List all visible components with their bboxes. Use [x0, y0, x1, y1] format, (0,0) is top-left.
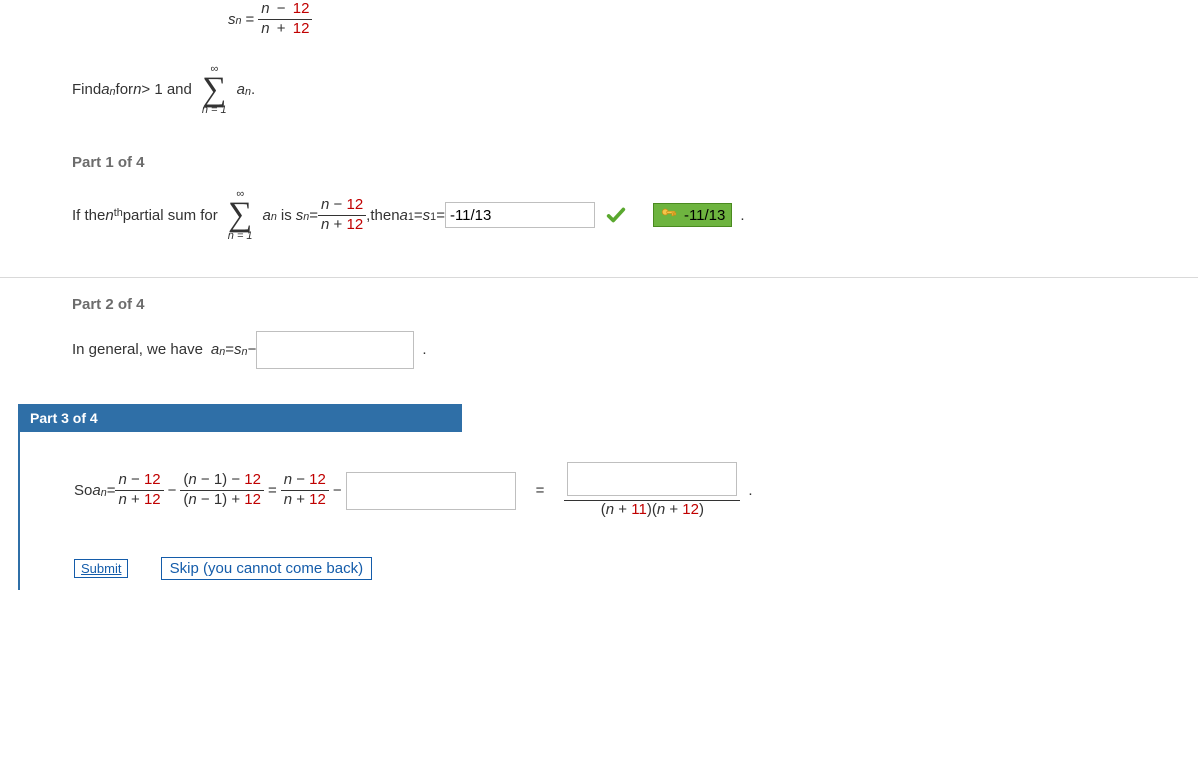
problem-header: sn = n − 12 n + 12 Find an for n > 1 and — [0, 0, 1198, 136]
part1-heading: Part 1 of 4 — [0, 136, 1198, 189]
skip-button[interactable]: Skip (you cannot come back) — [161, 557, 372, 580]
part3-frac3: n − 12 n + 12 — [281, 471, 329, 510]
submit-button[interactable]: Submit — [74, 559, 128, 578]
part3-frac1: n − 12 n + 12 — [115, 471, 163, 510]
find-instruction: Find an for n > 1 and ∞ ∑ n = 1 an . — [72, 64, 255, 117]
part3-body: So an = n − 12 n + 12 − (n − 1) − 12 (n … — [18, 432, 1198, 591]
sn-definition: sn = n − 12 n + 12 — [72, 0, 1126, 64]
equals: = — [246, 11, 255, 28]
part3-frac2: (n − 1) − 12 (n − 1) + 12 — [180, 471, 264, 510]
sn-sub: n — [236, 15, 242, 27]
part3-answer-input-2[interactable] — [567, 462, 737, 496]
correct-answer-value: -11/13 — [684, 207, 725, 224]
part2-heading: Part 2 of 4 — [0, 278, 1198, 331]
key-icon — [660, 206, 678, 224]
part1-answer-input[interactable] — [445, 202, 595, 228]
check-icon — [605, 204, 627, 226]
part3-answer-input-1[interactable] — [346, 472, 516, 510]
correct-answer-chip: -11/13 — [653, 203, 732, 227]
sigma-icon: ∞ ∑ n = 1 — [202, 64, 227, 117]
part2-answer-input[interactable] — [256, 331, 414, 369]
part1-body: If the nth partial sum for ∞ ∑ n = 1 an … — [0, 189, 1198, 277]
sn-fraction: n − 12 n + 12 — [258, 0, 312, 39]
part3-final-frac: (n + 11)(n + 12) — [564, 462, 740, 520]
sn-s: s — [228, 11, 236, 28]
part2-body: In general, we have an = sn − . — [0, 331, 1198, 404]
part3-heading: Part 3 of 4 — [18, 404, 462, 432]
sigma-icon: ∞ ∑ n = 1 — [228, 189, 253, 242]
part1-frac: n − 12 n + 12 — [318, 196, 366, 235]
